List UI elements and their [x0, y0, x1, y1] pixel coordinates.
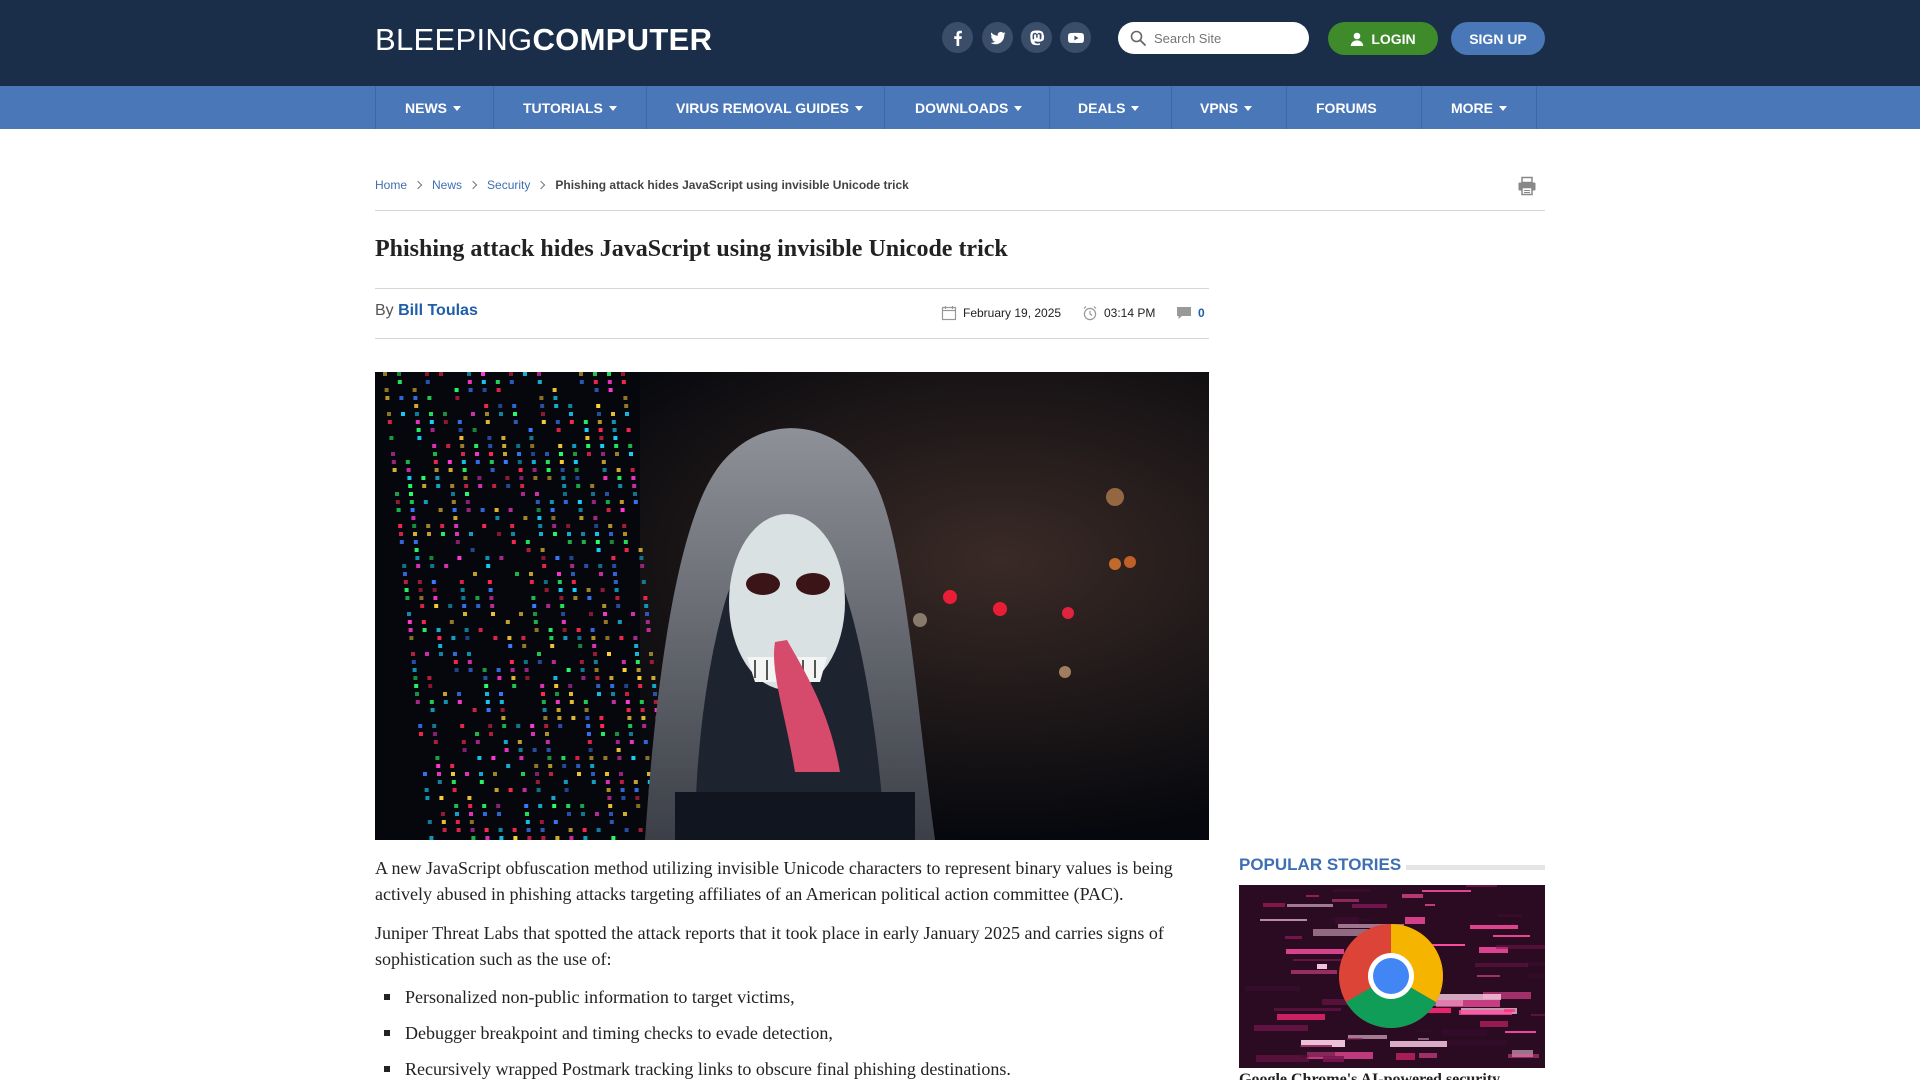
- nav-divider: [493, 86, 494, 129]
- nav-item-label: VPNS: [1200, 99, 1239, 116]
- nav-item-deals[interactable]: DEALS: [1078, 86, 1140, 129]
- list-item: Debugger breakpoint and timing checks to…: [375, 1020, 1209, 1056]
- list-item: Recursively wrapped Postmark tracking li…: [375, 1056, 1209, 1080]
- user-icon: [1351, 32, 1364, 46]
- date-text: February 19, 2025: [963, 306, 1062, 320]
- chrome-logo-icon: [1339, 924, 1443, 1028]
- popular-story-title[interactable]: Google Chrome's AI-powered security: [1239, 1071, 1545, 1080]
- article-paragraph: Juniper Threat Labs that spotted the att…: [375, 923, 1164, 969]
- twitter-icon[interactable]: [982, 22, 1013, 53]
- nav-divider: [1171, 86, 1172, 129]
- nav-divider: [884, 86, 885, 129]
- clock-icon: [1083, 306, 1097, 321]
- nav-item-downloads[interactable]: DOWNLOADS: [915, 86, 1023, 129]
- comment-count[interactable]: 0: [1176, 305, 1205, 321]
- nav-item-label: TUTORIALS: [523, 99, 603, 116]
- popular-stories-heading: POPULAR STORIES: [1239, 855, 1402, 874]
- nav-item-virus-removal-guides[interactable]: VIRUS REMOVAL GUIDES: [676, 86, 863, 129]
- site-logo[interactable]: BLEEPINGCOMPUTER: [375, 22, 712, 58]
- search-icon: [1130, 30, 1146, 46]
- nav-divider: [1421, 86, 1422, 129]
- caret-down-icon: [608, 105, 617, 111]
- meta-divider-top: [375, 288, 1209, 289]
- byline-prefix: By: [375, 302, 399, 319]
- signup-label: SIGN UP: [1469, 30, 1527, 47]
- caret-down-icon: [453, 105, 461, 111]
- publish-time: 03:14 PM: [1082, 305, 1155, 321]
- breadcrumb-divider: [375, 210, 1545, 211]
- logo-bold-text: COMPUTER: [532, 22, 713, 57]
- caret-down-icon: [1131, 105, 1140, 111]
- chevron-right-icon: [413, 180, 423, 190]
- meta-divider-bottom: [375, 338, 1209, 339]
- heading-rule: [1406, 865, 1545, 870]
- publish-date: February 19, 2025: [941, 305, 1061, 321]
- nav-divider: [646, 86, 647, 129]
- nav-divider: [375, 86, 376, 129]
- comment-count-text: 0: [1198, 306, 1205, 320]
- nav-item-label: MORE: [1451, 99, 1493, 116]
- list-item: Personalized non-public information to t…: [375, 984, 1209, 1020]
- search-box[interactable]: [1118, 22, 1309, 54]
- caret-down-icon: [854, 105, 863, 111]
- time-text: 03:14 PM: [1104, 306, 1156, 320]
- nav-item-label: DOWNLOADS: [915, 99, 1009, 116]
- login-button[interactable]: LOGIN: [1328, 22, 1438, 55]
- nav-divider: [1286, 86, 1287, 129]
- caret-down-icon: [1499, 105, 1507, 111]
- article-paragraph: A new JavaScript obfuscation method util…: [375, 858, 1173, 904]
- nav-item-news[interactable]: NEWS: [405, 86, 461, 129]
- breadcrumb-home[interactable]: Home: [375, 178, 407, 192]
- nav-divider: [1536, 86, 1537, 129]
- login-label: LOGIN: [1371, 30, 1416, 47]
- chevron-right-icon: [468, 180, 478, 190]
- popular-story-image[interactable]: [1239, 885, 1545, 1068]
- nav-item-more[interactable]: MORE: [1451, 86, 1507, 129]
- nav-item-label: FORUMS: [1316, 99, 1377, 116]
- nav-item-tutorials[interactable]: TUTORIALS: [523, 86, 617, 129]
- nav-item-vpns[interactable]: VPNS: [1200, 86, 1253, 129]
- mastodon-icon[interactable]: [1021, 22, 1052, 53]
- youtube-icon[interactable]: [1060, 22, 1091, 53]
- author-link[interactable]: Bill Toulas: [398, 302, 478, 319]
- article-hero-image: [375, 372, 1209, 840]
- breadcrumb: Home News Security Phishing attack hides…: [375, 178, 909, 192]
- nav-divider: [1049, 86, 1050, 129]
- article-bullet-list: Personalized non-public information to t…: [375, 984, 1209, 1080]
- print-icon[interactable]: [1517, 176, 1537, 196]
- nav-item-label: DEALS: [1078, 99, 1126, 116]
- facebook-icon[interactable]: [942, 22, 973, 53]
- caret-down-icon: [1244, 105, 1253, 111]
- breadcrumb-security[interactable]: Security: [487, 178, 530, 192]
- comment-icon: [1177, 307, 1191, 319]
- nav-item-label: VIRUS REMOVAL GUIDES: [676, 99, 849, 116]
- caret-down-icon: [1014, 105, 1023, 111]
- signup-button[interactable]: SIGN UP: [1451, 22, 1545, 55]
- breadcrumb-news[interactable]: News: [432, 178, 462, 192]
- nav-item-label: NEWS: [405, 99, 447, 116]
- search-input[interactable]: [1154, 30, 1304, 46]
- calendar-icon: [941, 306, 957, 321]
- chevron-right-icon: [537, 180, 546, 190]
- logo-light-text: BLEEPING: [375, 22, 533, 57]
- byline: By Bill Toulas: [375, 302, 478, 320]
- article-title: Phishing attack hides JavaScript using i…: [375, 236, 1008, 262]
- nav-item-forums[interactable]: FORUMS: [1316, 86, 1377, 129]
- breadcrumb-current: Phishing attack hides JavaScript using i…: [555, 178, 909, 192]
